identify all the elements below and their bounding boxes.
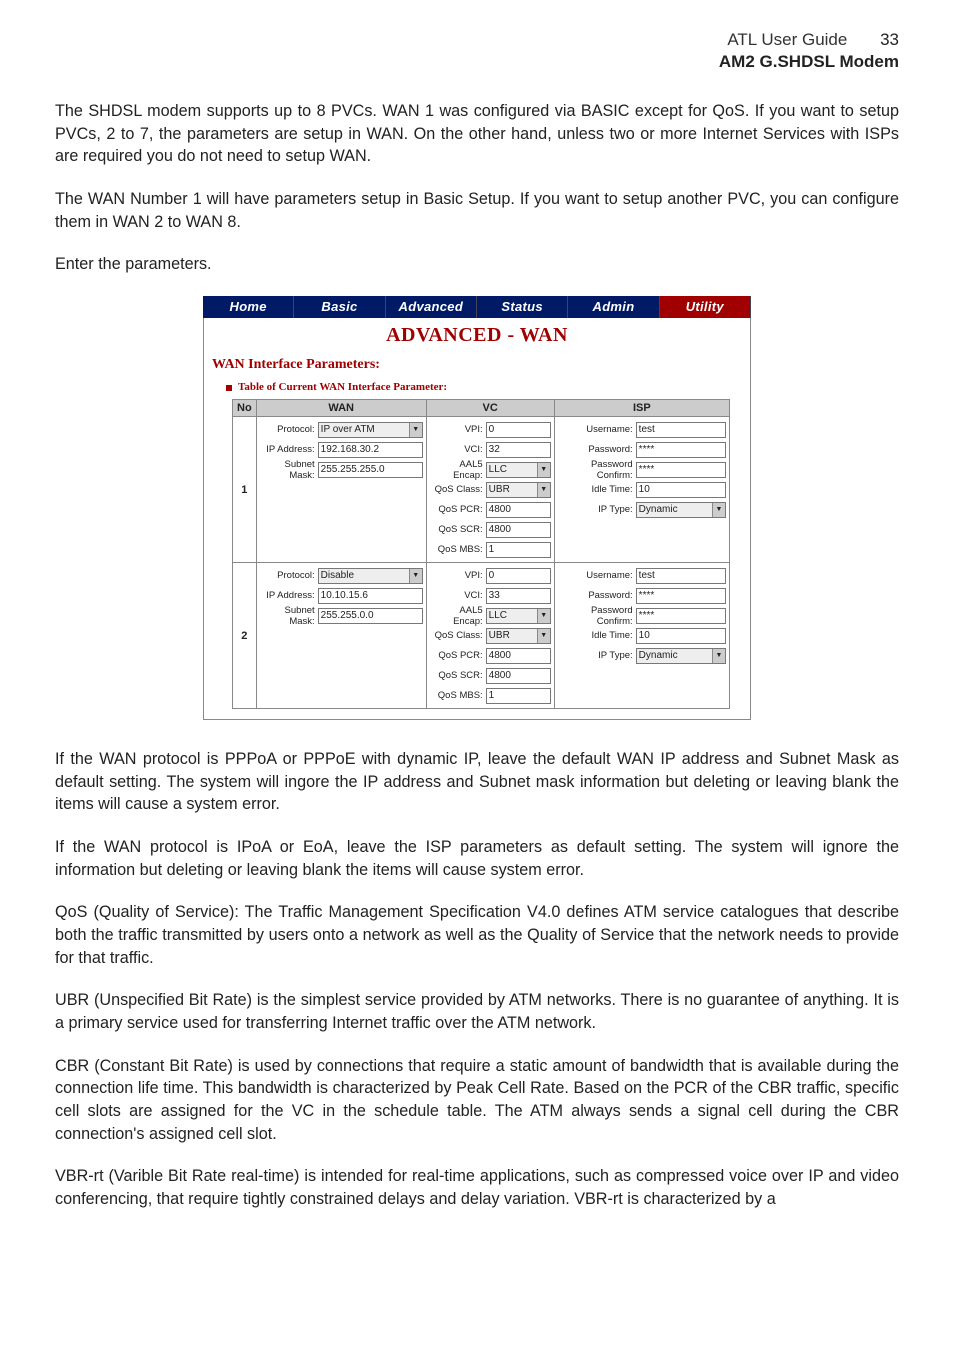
paragraph: The SHDSL modem supports up to 8 PVCs. W… [55,100,899,168]
dropdown-arrow-icon: ▼ [537,463,550,477]
dropdown-arrow-icon: ▼ [409,423,422,437]
ip-address-input[interactable]: 10.10.15.6 [318,588,423,604]
qos-mbs-input[interactable]: 1 [486,688,551,704]
password-confirm-input[interactable]: **** [636,462,726,478]
paragraph: If the WAN protocol is PPPoA or PPPoE wi… [55,748,899,816]
vpi-input[interactable]: 0 [486,422,551,438]
dropdown-arrow-icon: ▼ [537,629,550,643]
menu-admin[interactable]: Admin [568,296,659,318]
header-product: AM2 G.SHDSL Modem [55,52,899,72]
dropdown-arrow-icon: ▼ [712,503,725,517]
bullet-icon [226,385,232,391]
vpi-input[interactable]: 0 [486,568,551,584]
menu-utility[interactable]: Utility [660,296,751,318]
table-row: 1 Protocol:IP over ATM▼ IP Address:192.1… [233,417,730,563]
menu-bar: Home Basic Advanced Status Admin Utility [203,296,751,318]
col-wan: WAN [256,400,426,417]
username-input[interactable]: test [636,422,726,438]
password-input[interactable]: **** [636,442,726,458]
username-input[interactable]: test [636,568,726,584]
aal5-select[interactable]: LLC▼ [486,462,551,478]
section-heading: WAN Interface Parameters: [212,357,742,373]
qos-pcr-input[interactable]: 4800 [486,648,551,664]
protocol-select[interactable]: IP over ATM▼ [318,422,423,438]
ip-type-select[interactable]: Dynamic▼ [636,648,726,664]
dropdown-arrow-icon: ▼ [712,649,725,663]
page-number: 33 [880,30,899,50]
table-row: 2 Protocol:Disable▼ IP Address:10.10.15.… [233,563,730,709]
qos-scr-input[interactable]: 4800 [486,522,551,538]
table-caption: Table of Current WAN Interface Parameter… [238,381,447,393]
qos-scr-input[interactable]: 4800 [486,668,551,684]
qos-class-select[interactable]: UBR▼ [486,482,551,498]
paragraph: If the WAN protocol is IPoA or EoA, leav… [55,836,899,881]
aal5-select[interactable]: LLC▼ [486,608,551,624]
dropdown-arrow-icon: ▼ [537,609,550,623]
menu-home[interactable]: Home [203,296,294,318]
subnet-mask-input[interactable]: 255.255.0.0 [318,608,423,624]
idle-time-input[interactable]: 10 [636,628,726,644]
wan-parameter-table: No WAN VC ISP 1 Protocol:IP over ATM▼ IP… [232,399,730,709]
paragraph: CBR (Constant Bit Rate) is used by conne… [55,1055,899,1146]
page-title: ADVANCED - WAN [212,324,742,347]
qos-class-select[interactable]: UBR▼ [486,628,551,644]
menu-advanced[interactable]: Advanced [386,296,477,318]
col-no: No [233,400,257,417]
embedded-screenshot: Home Basic Advanced Status Admin Utility… [203,296,751,720]
dropdown-arrow-icon: ▼ [409,569,422,583]
col-isp: ISP [554,400,729,417]
subnet-mask-input[interactable]: 255.255.255.0 [318,462,423,478]
qos-pcr-input[interactable]: 4800 [486,502,551,518]
paragraph: QoS (Quality of Service): The Traffic Ma… [55,901,899,969]
ip-type-select[interactable]: Dynamic▼ [636,502,726,518]
row-number: 2 [233,563,257,709]
vci-input[interactable]: 32 [486,442,551,458]
paragraph: VBR-rt (Varible Bit Rate real-time) is i… [55,1165,899,1210]
ip-address-input[interactable]: 192.168.30.2 [318,442,423,458]
paragraph: UBR (Unspecified Bit Rate) is the simple… [55,989,899,1034]
password-confirm-input[interactable]: **** [636,608,726,624]
idle-time-input[interactable]: 10 [636,482,726,498]
menu-status[interactable]: Status [477,296,568,318]
protocol-select[interactable]: Disable▼ [318,568,423,584]
row-number: 1 [233,417,257,563]
vci-input[interactable]: 33 [486,588,551,604]
header-guide-title: ATL User Guide [727,30,847,49]
qos-mbs-input[interactable]: 1 [486,542,551,558]
paragraph: The WAN Number 1 will have parameters se… [55,188,899,233]
menu-basic[interactable]: Basic [294,296,385,318]
password-input[interactable]: **** [636,588,726,604]
dropdown-arrow-icon: ▼ [537,483,550,497]
col-vc: VC [426,400,554,417]
paragraph: Enter the parameters. [55,253,899,276]
